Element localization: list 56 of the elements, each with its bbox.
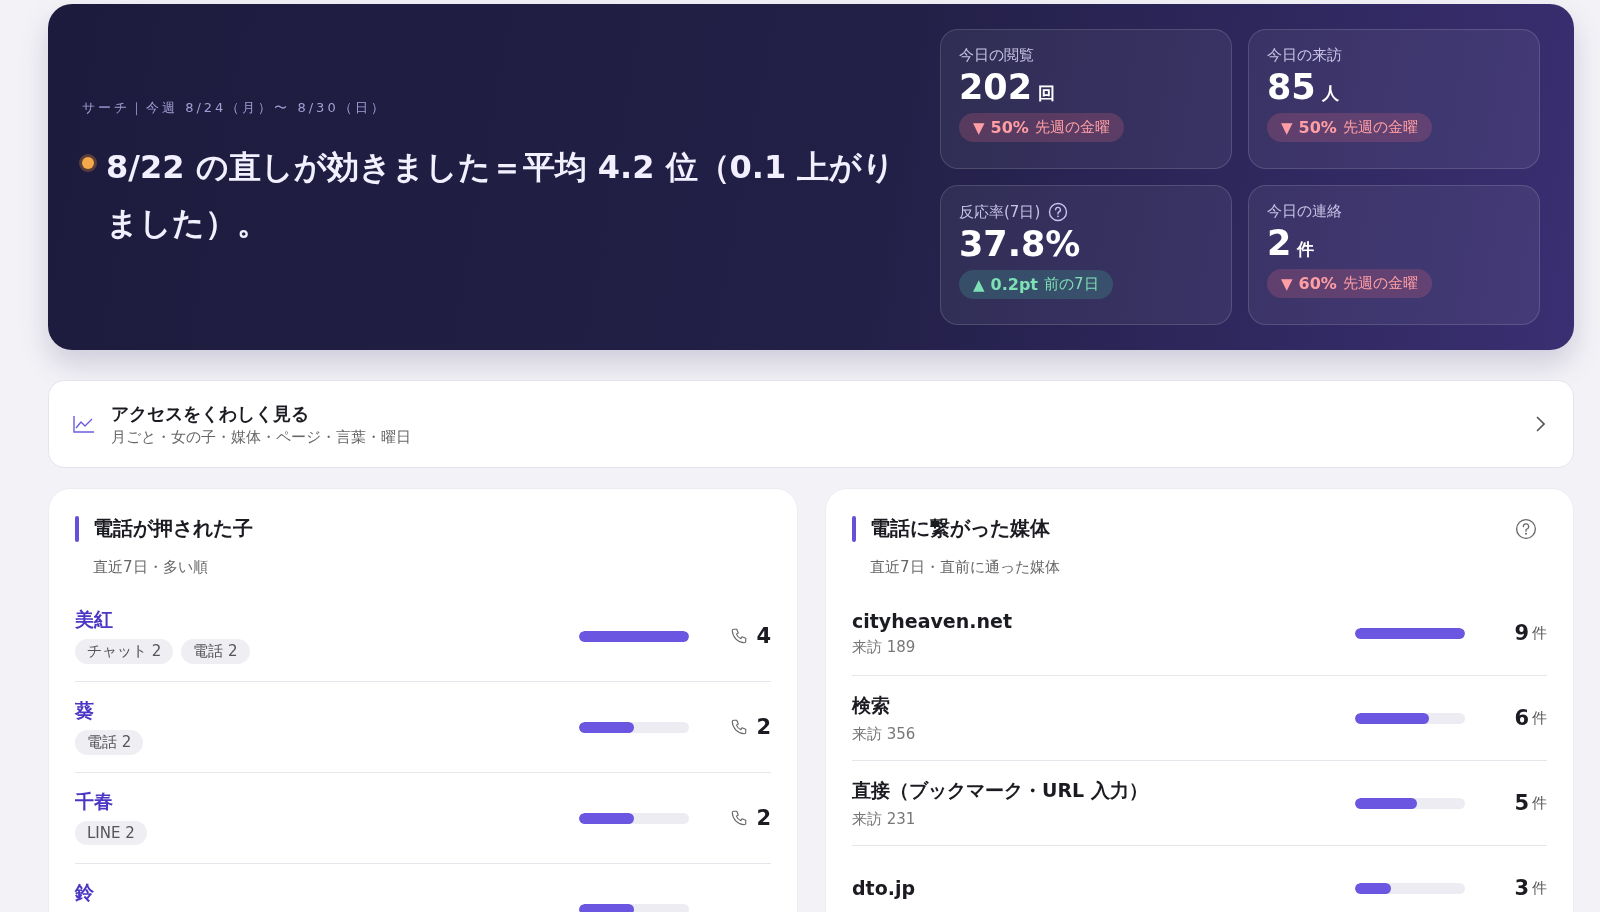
- media-name: 直接（ブックマーク・URL 入力）: [852, 777, 1149, 803]
- help-icon[interactable]: [1048, 202, 1069, 222]
- stat-value: 202: [959, 67, 1033, 107]
- access-details-link[interactable]: アクセスをくわしく見る 月ごと・女の子・媒体・ページ・言葉・曜日: [48, 380, 1574, 468]
- change-badge: ▼ 50% 先週の金曜: [959, 113, 1124, 142]
- girl-name-link[interactable]: 千春: [75, 789, 579, 815]
- call-count: 2: [756, 715, 771, 739]
- girl-name-link[interactable]: 葵: [75, 698, 579, 724]
- tag-chip: チャット 2: [75, 639, 174, 664]
- count-unit: 件: [1532, 878, 1547, 898]
- call-count: 2: [756, 806, 771, 830]
- date-range: サーチ｜今週 8/24（月）〜 8/30（日）: [81, 99, 388, 117]
- change-badge: ▼ 50% 先週の金曜: [1267, 113, 1432, 142]
- change-badge: ▼ 60% 先週の金曜: [1267, 269, 1432, 298]
- stat-unit: 件: [1297, 238, 1315, 261]
- visit-count: 来訪 356: [852, 724, 917, 744]
- stat-value: 85: [1267, 67, 1316, 107]
- phone-icon: [730, 718, 749, 736]
- call-count: 5: [1514, 791, 1529, 815]
- stat-value: 2: [1267, 223, 1292, 263]
- panel-subtitle: 直近7日・直前に通った媒体: [870, 558, 1061, 577]
- count-unit: 件: [1532, 623, 1547, 643]
- line-chart-icon: [73, 415, 95, 433]
- stat-unit: 回: [1038, 82, 1056, 105]
- media-name: cityheaven.net: [852, 609, 1013, 632]
- help-icon[interactable]: [1515, 517, 1537, 540]
- panel-subtitle: 直近7日・多い順: [93, 558, 209, 577]
- tag-chip: 電話 2: [181, 639, 250, 664]
- stat-unit: 人: [1321, 82, 1339, 105]
- panel-title: 電話が押された子: [93, 515, 253, 542]
- visit-count: 来訪 231: [852, 809, 917, 829]
- call-count: 6: [1514, 706, 1529, 730]
- count-unit: 件: [1532, 708, 1547, 728]
- visit-count: 来訪 189: [852, 637, 917, 657]
- stat-label: 今日の閲覧: [959, 46, 1034, 65]
- media-name: dto.jp: [852, 877, 917, 899]
- phone-icon: [730, 627, 749, 645]
- panel-title: 電話に繋がった媒体: [870, 515, 1050, 542]
- change-badge: ▲ 0.2pt 前の7日: [959, 270, 1113, 299]
- tag-chip: 電話 2: [75, 730, 144, 755]
- headline: 8/22 の直しが効きました＝平均 4.2 位（0.1 上がりました）。: [106, 147, 896, 244]
- tag-chip: LINE 2: [75, 821, 147, 845]
- stat-label: 今日の連絡: [1267, 202, 1342, 221]
- chevron-right-icon: [1535, 416, 1545, 432]
- status-dot-icon: [78, 153, 98, 173]
- stat-value: 37.8%: [959, 224, 1081, 264]
- phone-icon: [730, 809, 749, 827]
- stat-label: 反応率(7日): [959, 202, 1041, 222]
- media-name: 検索: [852, 692, 891, 718]
- call-count: 4: [756, 624, 771, 648]
- call-count: 3: [1514, 876, 1529, 900]
- call-count: 9: [1514, 621, 1529, 645]
- girl-name-link[interactable]: 鈴: [75, 880, 579, 906]
- stat-label: 今日の来訪: [1267, 46, 1342, 65]
- count-unit: 件: [1532, 793, 1547, 813]
- girl-name-link[interactable]: 美紅: [75, 607, 579, 633]
